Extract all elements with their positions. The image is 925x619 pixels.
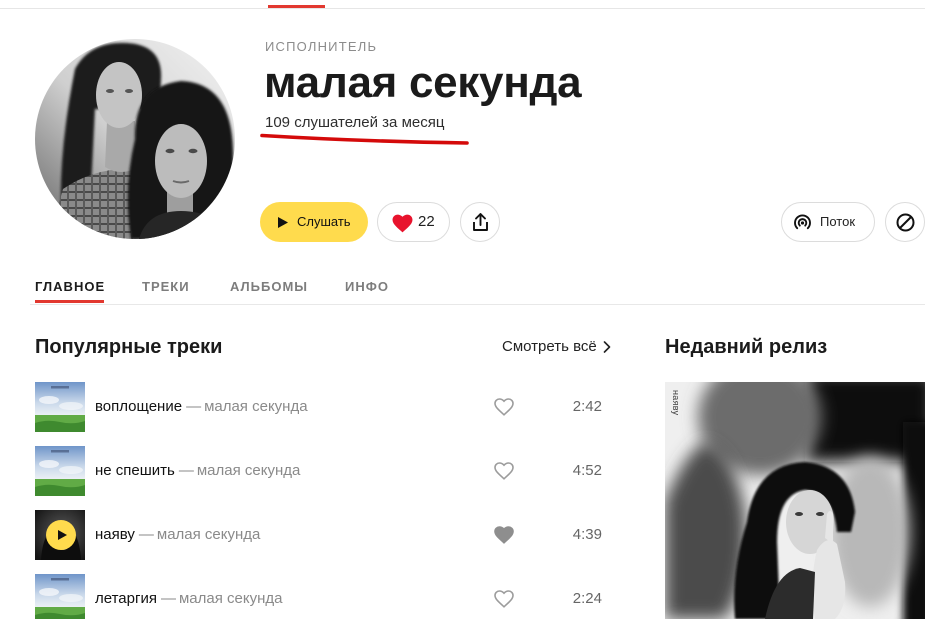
track-title-line: не спешить — малая секунда bbox=[95, 446, 300, 496]
track-row[interactable]: не спешить — малая секунда 4:52 bbox=[35, 446, 605, 496]
radio-wave-icon bbox=[794, 214, 811, 230]
track-title[interactable]: не спешить bbox=[95, 462, 175, 479]
track-artist[interactable]: малая секунда bbox=[197, 462, 301, 479]
track-artist[interactable]: малая секунда bbox=[179, 590, 283, 607]
chevron-right-icon bbox=[603, 341, 611, 353]
heart-icon bbox=[392, 214, 413, 233]
track-duration: 4:39 bbox=[572, 526, 602, 543]
like-button[interactable]: 22 bbox=[377, 202, 450, 242]
top-nav-active-indicator bbox=[268, 5, 325, 8]
tab-info[interactable]: ИНФО bbox=[345, 279, 389, 303]
heart-icon[interactable] bbox=[494, 526, 514, 544]
share-icon bbox=[473, 213, 488, 231]
track-cover[interactable] bbox=[35, 382, 85, 432]
see-all-link[interactable]: Смотреть всё bbox=[502, 338, 611, 356]
track-separator: — bbox=[186, 398, 202, 415]
play-button-label: Слушать bbox=[297, 214, 351, 229]
artist-page: ИСПОЛНИТЕЛЬ малая секунда 109 слушателей… bbox=[0, 0, 925, 619]
recent-release-cover[interactable] bbox=[665, 382, 925, 619]
share-button[interactable] bbox=[460, 202, 500, 242]
tab-tracks[interactable]: ТРЕКИ bbox=[142, 279, 190, 303]
see-all-label: Смотреть всё bbox=[502, 338, 597, 355]
red-underline-annotation bbox=[260, 133, 469, 145]
play-button[interactable]: Слушать bbox=[260, 202, 368, 242]
track-separator: — bbox=[178, 462, 194, 479]
heart-icon[interactable] bbox=[494, 590, 514, 608]
tabs-divider bbox=[30, 304, 925, 305]
track-title-line: летаргия — малая секунда bbox=[95, 574, 282, 619]
track-separator: — bbox=[160, 590, 176, 607]
track-duration: 2:24 bbox=[572, 590, 602, 607]
track-separator: — bbox=[138, 526, 154, 543]
tab-main[interactable]: ГЛАВНОЕ bbox=[35, 279, 105, 303]
block-icon bbox=[896, 213, 915, 232]
likes-count: 22 bbox=[418, 213, 435, 230]
artist-avatar bbox=[35, 39, 235, 239]
top-nav-border bbox=[0, 8, 925, 9]
flow-button[interactable]: Поток bbox=[781, 202, 875, 242]
track-duration: 2:42 bbox=[572, 398, 602, 415]
artist-type-label: ИСПОЛНИТЕЛЬ bbox=[265, 39, 378, 54]
recent-release-title: Недавний релиз bbox=[665, 336, 828, 358]
track-artist[interactable]: малая секунда bbox=[204, 398, 308, 415]
track-title[interactable]: воплощение bbox=[95, 398, 182, 415]
flow-button-label: Поток bbox=[820, 214, 856, 229]
tab-albums[interactable]: АЛЬБОМЫ bbox=[230, 279, 308, 303]
track-cover[interactable] bbox=[35, 574, 85, 619]
popular-tracks-title: Популярные треки bbox=[35, 336, 223, 358]
play-icon bbox=[278, 217, 288, 228]
play-icon[interactable] bbox=[46, 520, 76, 550]
heart-icon[interactable] bbox=[494, 398, 514, 416]
track-title-line: воплощение — малая секунда bbox=[95, 382, 308, 432]
artist-name: малая секунда bbox=[264, 58, 582, 107]
track-cover[interactable] bbox=[35, 510, 85, 560]
track-row[interactable]: летаргия — малая секунда 2:24 bbox=[35, 574, 605, 619]
track-row[interactable]: наяву — малая секунда 4:39 bbox=[35, 510, 605, 560]
track-title[interactable]: летаргия bbox=[95, 590, 157, 607]
track-title[interactable]: наяву bbox=[95, 526, 135, 543]
track-duration: 4:52 bbox=[572, 462, 602, 479]
track-cover[interactable] bbox=[35, 446, 85, 496]
heart-icon[interactable] bbox=[494, 462, 514, 480]
block-artist-button[interactable] bbox=[885, 202, 925, 242]
track-artist[interactable]: малая секунда bbox=[157, 526, 261, 543]
track-row[interactable]: воплощение — малая секунда 2:42 bbox=[35, 382, 605, 432]
track-title-line: наяву — малая секунда bbox=[95, 510, 260, 560]
release-cover-text: наяву bbox=[671, 390, 681, 416]
